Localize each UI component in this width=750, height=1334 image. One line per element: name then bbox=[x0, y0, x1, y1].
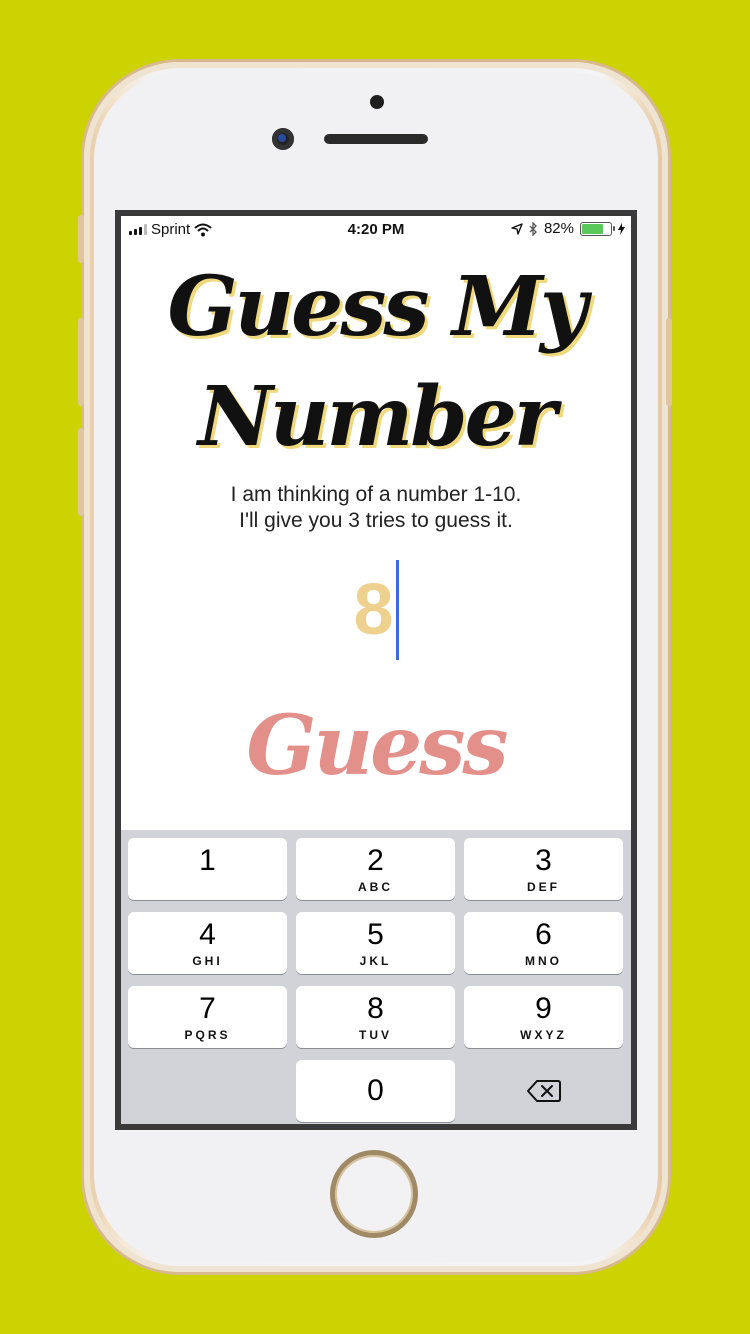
app-title: Guess My Number bbox=[167, 259, 587, 465]
numeric-keypad: 1 2 ABC 3 DEF 4 GHI 5 JKL 6 MNO 7 PQRS 8 bbox=[121, 830, 631, 1124]
proximity-sensor bbox=[370, 95, 384, 109]
key-digit: 2 bbox=[367, 844, 384, 877]
key-3[interactable]: 3 DEF bbox=[464, 838, 623, 900]
key-digit: 6 bbox=[535, 918, 552, 951]
key-4[interactable]: 4 GHI bbox=[128, 912, 287, 974]
instructions-line-2: I'll give you 3 tries to guess it. bbox=[239, 509, 513, 532]
guess-input[interactable]: 8 bbox=[121, 560, 631, 660]
key-digit: 0 bbox=[367, 1074, 384, 1107]
key-digit: 8 bbox=[367, 992, 384, 1025]
key-letters: PQRS bbox=[184, 1028, 231, 1042]
instructions: I am thinking of a number 1-10. I'll giv… bbox=[121, 482, 631, 534]
guess-input-value: 8 bbox=[353, 570, 394, 650]
key-digit: 1 bbox=[199, 844, 216, 877]
front-camera-icon bbox=[272, 128, 294, 150]
key-digit: 4 bbox=[199, 918, 216, 951]
guess-button[interactable]: Guess bbox=[121, 698, 631, 794]
delete-key[interactable] bbox=[464, 1060, 623, 1122]
key-letters: DEF bbox=[527, 880, 560, 894]
charging-bolt-icon bbox=[618, 222, 625, 235]
key-9[interactable]: 9 WXYZ bbox=[464, 986, 623, 1048]
key-digit: 7 bbox=[199, 992, 216, 1025]
key-letters: JKL bbox=[359, 954, 392, 968]
power-button bbox=[666, 318, 672, 406]
key-digit: 3 bbox=[535, 844, 552, 877]
status-right-group: 82% bbox=[511, 220, 625, 237]
bluetooth-icon bbox=[529, 221, 537, 236]
key-0[interactable]: 0 bbox=[296, 1060, 455, 1122]
key-letters: ABC bbox=[358, 880, 393, 894]
key-1[interactable]: 1 bbox=[128, 838, 287, 900]
key-letters: TUV bbox=[359, 1028, 392, 1042]
key-digit: 5 bbox=[367, 918, 384, 951]
text-cursor bbox=[395, 560, 399, 660]
instructions-line-1: I am thinking of a number 1-10. bbox=[230, 483, 522, 506]
home-button[interactable] bbox=[330, 1150, 418, 1238]
volume-up-button bbox=[78, 318, 84, 406]
key-2[interactable]: 2 ABC bbox=[296, 838, 455, 900]
key-5[interactable]: 5 JKL bbox=[296, 912, 455, 974]
key-6[interactable]: 6 MNO bbox=[464, 912, 623, 974]
key-digit: 9 bbox=[535, 992, 552, 1025]
battery-percent: 82% bbox=[543, 220, 574, 237]
battery-icon bbox=[580, 221, 615, 236]
key-letters: WXYZ bbox=[520, 1028, 567, 1042]
status-bar: Sprint 4:20 PM 82% bbox=[121, 216, 631, 244]
key-letters: GHI bbox=[192, 954, 223, 968]
key-letters: MNO bbox=[525, 954, 562, 968]
earpiece-speaker bbox=[324, 134, 428, 144]
backspace-icon bbox=[526, 1080, 561, 1102]
key-8[interactable]: 8 TUV bbox=[296, 986, 455, 1048]
screen: Sprint 4:20 PM 82% Guess My Number I am … bbox=[121, 216, 631, 1124]
key-7[interactable]: 7 PQRS bbox=[128, 986, 287, 1048]
volume-down-button bbox=[78, 428, 84, 516]
mute-switch bbox=[78, 215, 84, 263]
location-arrow-icon bbox=[511, 222, 523, 235]
